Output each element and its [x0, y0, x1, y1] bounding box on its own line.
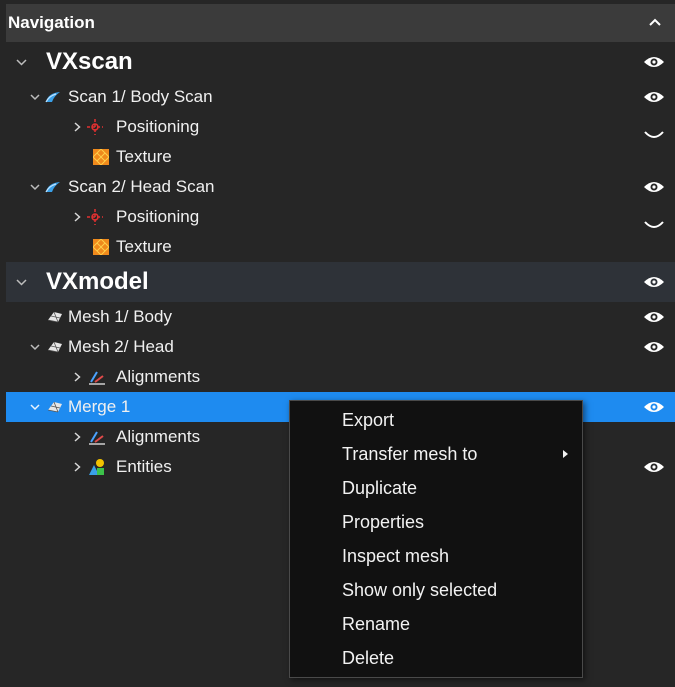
alignment-icon: [88, 368, 106, 386]
tree-item-mesh-1[interactable]: Mesh 1/ Body: [6, 302, 675, 332]
texture-icon: [92, 148, 110, 166]
chevron-right-icon[interactable]: [70, 362, 84, 392]
entities-icon: [88, 458, 106, 476]
menu-item-rename[interactable]: Rename: [290, 607, 582, 641]
chevron-up-icon[interactable]: [647, 12, 663, 32]
menu-item-transfer-mesh[interactable]: Transfer mesh to: [290, 437, 582, 471]
submenu-arrow-icon: [563, 450, 568, 458]
hidden-eye-icon[interactable]: [644, 210, 664, 228]
menu-item-label: Properties: [342, 512, 425, 532]
tree-item-texture[interactable]: Texture: [6, 142, 675, 172]
chevron-right-icon[interactable]: [70, 422, 84, 452]
mesh-icon: [46, 338, 64, 356]
tree-item-mesh-2[interactable]: Mesh 2/ Head: [6, 332, 675, 362]
tree-item-scan-1[interactable]: Scan 1/ Body Scan: [6, 82, 675, 112]
eye-icon[interactable]: [643, 52, 665, 72]
menu-item-label: Duplicate: [342, 478, 418, 498]
menu-item-label: Delete: [342, 648, 395, 668]
positioning-icon: [86, 208, 104, 226]
mesh-icon: [46, 308, 64, 326]
eye-icon[interactable]: [643, 307, 665, 327]
tree-item-label: Merge 1: [68, 397, 131, 416]
eye-icon[interactable]: [643, 457, 665, 477]
panel-header: Navigation: [6, 4, 675, 42]
tree-item-label: Alignments: [116, 367, 201, 386]
chevron-down-icon[interactable]: [28, 172, 42, 202]
tree-item-label: Scan 2/ Head Scan: [68, 177, 215, 196]
menu-item-export[interactable]: Export: [290, 403, 582, 437]
menu-item-label: Show only selected: [342, 580, 498, 600]
chevron-right-icon[interactable]: [70, 452, 84, 482]
chevron-down-icon[interactable]: [28, 392, 42, 422]
tree-item-label: Scan 1/ Body Scan: [68, 87, 213, 106]
menu-item-label: Export: [342, 410, 395, 430]
tree-item-alignments[interactable]: Alignments: [6, 362, 675, 392]
menu-item-inspect-mesh[interactable]: Inspect mesh: [290, 539, 582, 573]
scan-icon: [44, 88, 62, 106]
tree-item-scan-2[interactable]: Scan 2/ Head Scan: [6, 172, 675, 202]
chevron-right-icon[interactable]: [70, 202, 84, 232]
menu-item-show-only-selected[interactable]: Show only selected: [290, 573, 582, 607]
menu-item-delete[interactable]: Delete: [290, 641, 582, 675]
tree-section-vxscan[interactable]: VXscan: [6, 42, 675, 82]
menu-item-properties[interactable]: Properties: [290, 505, 582, 539]
menu-item-duplicate[interactable]: Duplicate: [290, 471, 582, 505]
scan-icon: [44, 178, 62, 196]
panel-title: Navigation: [8, 13, 95, 32]
tree-section-vxmodel[interactable]: VXmodel: [6, 262, 675, 302]
tree-item-positioning[interactable]: Positioning: [6, 202, 675, 232]
chevron-down-icon[interactable]: [28, 332, 42, 362]
navigation-panel: Navigation VXscan Scan 1/ Body Scan Posi…: [0, 0, 675, 687]
chevron-right-icon[interactable]: [70, 112, 84, 142]
texture-icon: [92, 238, 110, 256]
tree-item-label: Mesh 1/ Body: [68, 307, 172, 326]
context-menu: Export Transfer mesh to Duplicate Proper…: [289, 400, 583, 678]
eye-icon[interactable]: [643, 272, 665, 292]
tree-item-texture[interactable]: Texture: [6, 232, 675, 262]
menu-item-label: Inspect mesh: [342, 546, 450, 566]
chevron-down-icon[interactable]: [14, 42, 28, 82]
tree-item-label: Texture: [116, 237, 172, 256]
tree-item-label: Texture: [116, 147, 172, 166]
mesh-icon: [46, 398, 64, 416]
tree-item-label: Entities: [116, 457, 172, 476]
section-label-vxscan: VXscan: [46, 48, 133, 75]
positioning-icon: [86, 118, 104, 136]
eye-icon[interactable]: [643, 177, 665, 197]
tree-item-label: Alignments: [116, 427, 201, 446]
chevron-down-icon[interactable]: [14, 262, 28, 302]
tree-item-positioning[interactable]: Positioning: [6, 112, 675, 142]
hidden-eye-icon[interactable]: [644, 120, 664, 138]
tree-item-label: Mesh 2/ Head: [68, 337, 174, 356]
alignment-icon: [88, 428, 106, 446]
tree-item-label: Positioning: [116, 117, 200, 136]
eye-icon[interactable]: [643, 87, 665, 107]
section-label-vxmodel: VXmodel: [46, 268, 149, 295]
eye-icon[interactable]: [643, 397, 665, 417]
tree-item-label: Positioning: [116, 207, 200, 226]
menu-item-label: Rename: [342, 614, 411, 634]
menu-item-label: Transfer mesh to: [342, 444, 478, 464]
chevron-down-icon[interactable]: [28, 82, 42, 112]
eye-icon[interactable]: [643, 337, 665, 357]
